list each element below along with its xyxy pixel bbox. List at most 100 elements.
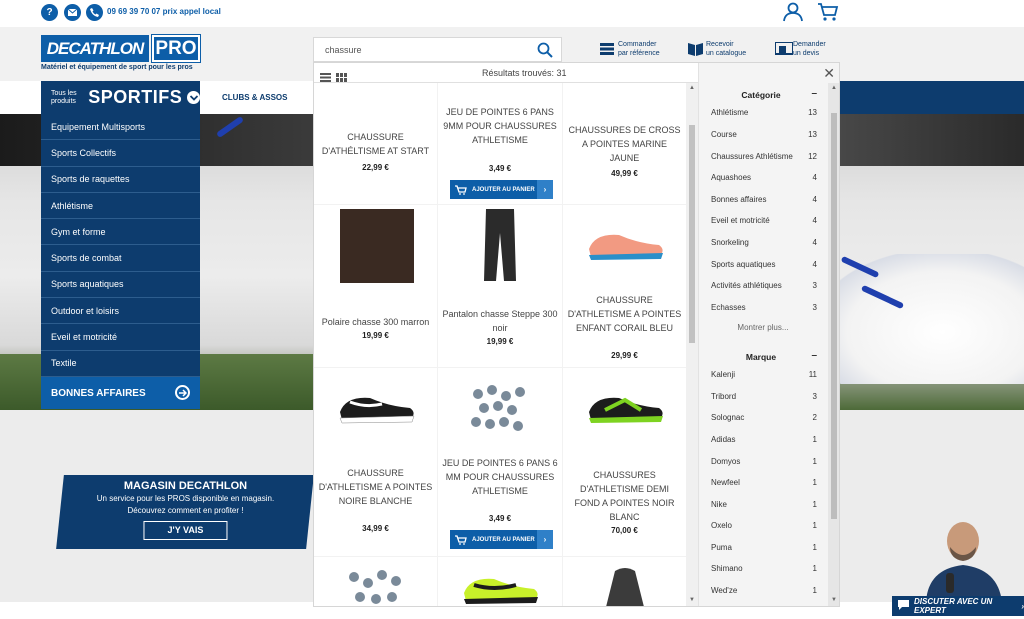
chat-expert-button[interactable]: DISCUTER AVEC UN EXPERT ›	[892, 596, 1024, 616]
facet-label: Domyos	[711, 457, 741, 466]
receive-catalog-link[interactable]: Recevoir un catalogue	[688, 40, 746, 58]
arrow-right-icon	[175, 385, 190, 400]
facet-option[interactable]: Oxelo 1	[711, 521, 817, 530]
product-name[interactable]: JEU DE POINTES 6 PANS 6 MM POUR CHAUSSUR…	[442, 456, 558, 498]
sportifs-menu-button[interactable]: Tous les produits SPORTIFS	[41, 81, 200, 114]
facet-label: Course	[711, 130, 737, 139]
product-card[interactable]: CHAUSSURE D'ATHLETISME A POINTES NOIRE B…	[314, 368, 437, 556]
scroll-down-icon[interactable]: ▼	[689, 597, 695, 603]
product-name[interactable]: CHAUSSURE D'ATHLETISME A POINTES NOIRE B…	[318, 466, 433, 508]
menu-item-gym-et-forme[interactable]: Gym et forme	[41, 219, 200, 246]
chevron-down-icon	[187, 91, 200, 104]
facet-option[interactable]: Shimano 1	[711, 564, 817, 573]
list-view-icon[interactable]	[320, 69, 331, 82]
facet-label: Nike	[711, 500, 728, 509]
collapse-icon[interactable]: –	[811, 88, 817, 99]
facet-option[interactable]: Domyos 1	[711, 457, 817, 466]
facet-option[interactable]: Athlétisme 13	[711, 108, 817, 117]
menu-item-sports-aquatiques[interactable]: Sports aquatiques	[41, 271, 200, 299]
product-name[interactable]: CHAUSSURES DE CROSS A POINTES MARINE JAU…	[567, 123, 682, 165]
menu-item-sports-de-raquettes[interactable]: Sports de raquettes	[41, 166, 200, 193]
product-name[interactable]: Pantalon chasse Steppe 300 noir	[442, 307, 558, 335]
add-to-cart-button[interactable]: AJOUTER AU PANIER ›	[450, 530, 553, 549]
add-to-cart-button[interactable]: AJOUTER AU PANIER ›	[450, 180, 553, 199]
facet-option[interactable]: Tribord 3	[711, 392, 817, 401]
category-menu: Equipement Multisports Sports Collectifs…	[41, 114, 200, 377]
menu-item-sports-de-combat[interactable]: Sports de combat	[41, 245, 200, 272]
product-card[interactable]	[438, 557, 562, 606]
phone-icon[interactable]	[86, 4, 103, 21]
show-more-link[interactable]: Montrer plus...	[699, 323, 827, 332]
facet-option[interactable]: Echasses 3	[711, 303, 817, 312]
search-input[interactable]	[314, 38, 514, 61]
menu-item-equipement-multisports[interactable]: Equipement Multisports	[41, 114, 200, 141]
product-card[interactable]: JEU DE POINTES 6 PANS 6 MM POUR CHAUSSUR…	[438, 368, 562, 556]
menu-item-eveil-et-motricite[interactable]: Eveil et motricité	[41, 324, 200, 351]
menu-item-textile[interactable]: Textile	[41, 350, 200, 377]
mail-icon[interactable]	[64, 4, 81, 21]
facet-option[interactable]: Wed'ze 1	[711, 586, 817, 595]
scroll-up-icon[interactable]: ▲	[689, 85, 695, 91]
product-card[interactable]: CHAUSSURES DE CROSS A POINTES MARINE JAU…	[563, 83, 686, 204]
facet-option[interactable]: Aquashoes 4	[711, 173, 817, 182]
product-name[interactable]: CHAUSSURE D'ATHLETISME A POINTES ENFANT …	[567, 293, 682, 335]
facet-option[interactable]: Sports aquatiques 4	[711, 260, 817, 269]
collapse-icon[interactable]: –	[811, 350, 817, 361]
product-card[interactable]: CHAUSSURE D'ATHÉLTISME AT START 22,99 €	[314, 83, 437, 204]
facet-option[interactable]: Snorkeling 4	[711, 238, 817, 247]
facet-option[interactable]: Adidas 1	[711, 435, 817, 444]
facet-option[interactable]: Course 13	[711, 130, 817, 139]
search-icon[interactable]	[537, 42, 553, 63]
facet-label: Chaussures Athlétisme	[711, 152, 793, 161]
menu-item-sports-collectifs[interactable]: Sports Collectifs	[41, 140, 200, 167]
request-quote-link[interactable]: Demander un devis	[774, 40, 826, 58]
decathlon-pro-logo[interactable]: DECATHLON PRO	[41, 34, 201, 63]
product-name[interactable]: CHAUSSURES D'ATHLETISME DEMI FOND A POIN…	[567, 468, 682, 524]
jy-vais-button[interactable]: J'Y VAIS	[143, 521, 228, 540]
header-link-line2: un devis	[793, 50, 820, 57]
grid-view-icon[interactable]	[336, 69, 347, 82]
product-card[interactable]: JEU DE POINTES 6 PANS 9MM POUR CHAUSSURE…	[438, 83, 562, 204]
facet-count: 4	[812, 173, 817, 182]
facet-option[interactable]: Eveil et motricité 4	[711, 216, 817, 225]
scroll-up-icon[interactable]: ▲	[831, 85, 837, 91]
facet-label: Aquashoes	[711, 173, 752, 182]
bonnes-affaires-button[interactable]: BONNES AFFAIRES	[41, 377, 200, 409]
filter-scrollbar[interactable]: ▲ ▼	[828, 83, 839, 606]
results-count: Résultats trouvés: 31	[482, 68, 567, 78]
product-card[interactable]	[563, 557, 686, 606]
product-card[interactable]: Polaire chasse 300 marron 19,99 €	[314, 205, 437, 367]
shoe-image	[460, 569, 540, 606]
facet-count: 1	[812, 521, 817, 530]
facet-option[interactable]: Solognac 2	[711, 413, 817, 422]
facet-option[interactable]: Puma 1	[711, 543, 817, 552]
scroll-thumb[interactable]	[831, 113, 837, 519]
help-icon[interactable]: ?	[41, 4, 58, 21]
close-icon[interactable]: ✕	[823, 65, 835, 82]
facet-label: Sports aquatiques	[711, 260, 776, 269]
facet-label: Eveil et motricité	[711, 216, 770, 225]
product-name[interactable]: JEU DE POINTES 6 PANS 9MM POUR CHAUSSURE…	[442, 105, 558, 147]
facet-option[interactable]: Newfeel 1	[711, 478, 817, 487]
facet-option[interactable]: Bonnes affaires 4	[711, 195, 817, 204]
clubs-assos-link[interactable]: CLUBS & ASSOS	[222, 93, 288, 102]
facet-option[interactable]: Activités athlétiques 3	[711, 281, 817, 290]
product-card[interactable]: Pantalon chasse Steppe 300 noir 19,99 €	[438, 205, 562, 367]
cart-icon[interactable]	[817, 2, 839, 22]
product-card[interactable]: CHAUSSURE D'ATHLETISME A POINTES ENFANT …	[563, 205, 686, 367]
product-name[interactable]: CHAUSSURE D'ATHÉLTISME AT START	[318, 130, 433, 158]
results-scrollbar[interactable]: ▲ ▼	[686, 83, 698, 606]
product-card[interactable]	[314, 557, 437, 606]
facet-option[interactable]: Nike 1	[711, 500, 817, 509]
menu-item-outdoor-et-loisirs[interactable]: Outdoor et loisirs	[41, 298, 200, 325]
scroll-down-icon[interactable]: ▼	[831, 597, 837, 603]
facet-option[interactable]: Chaussures Athlétisme 12	[711, 152, 817, 161]
scroll-thumb[interactable]	[689, 125, 695, 343]
facet-option[interactable]: Kalenji 11	[711, 370, 817, 379]
menu-item-athletisme[interactable]: Athlétisme	[41, 192, 200, 220]
account-icon[interactable]	[782, 2, 804, 22]
product-card[interactable]: CHAUSSURES D'ATHLETISME DEMI FOND A POIN…	[563, 368, 686, 556]
product-name[interactable]: Polaire chasse 300 marron	[318, 315, 433, 329]
product-price: 22,99 €	[362, 163, 389, 172]
order-by-reference-link[interactable]: Commander par référence	[600, 40, 660, 58]
